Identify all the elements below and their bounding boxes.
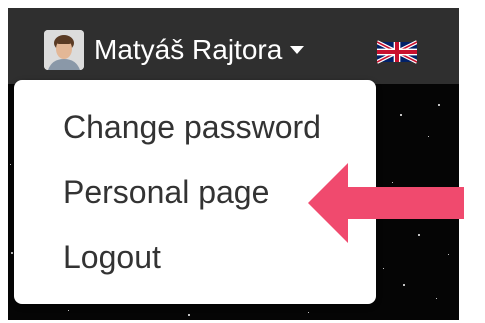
- caret-down-icon: [290, 46, 305, 54]
- uk-flag-icon[interactable]: [376, 40, 418, 64]
- star: [436, 298, 437, 299]
- user-name: Matyáš Rajtora: [94, 34, 283, 65]
- arrow-left-icon: [308, 163, 464, 248]
- star: [438, 104, 440, 106]
- arrow-left-graphic: [308, 163, 464, 243]
- navbar: Matyáš Rajtora: [8, 8, 459, 84]
- star: [188, 314, 190, 316]
- menu-item-change-password[interactable]: Change password: [63, 97, 321, 157]
- uk-flag-graphic: [376, 40, 418, 64]
- user-avatar: [44, 30, 84, 70]
- star: [10, 164, 11, 165]
- star: [400, 114, 402, 116]
- star: [11, 252, 13, 254]
- avatar-image: [44, 30, 84, 70]
- screenshot-frame: Matyáš Rajtora Change password Personal …: [8, 8, 480, 320]
- user-menu-toggle[interactable]: Matyáš Rajtora: [44, 30, 305, 70]
- star: [448, 254, 449, 255]
- menu-item-logout[interactable]: Logout: [63, 227, 161, 287]
- star: [428, 136, 429, 137]
- star: [383, 268, 384, 269]
- star: [308, 312, 309, 313]
- star: [403, 284, 405, 286]
- star: [68, 310, 69, 311]
- menu-item-personal-page[interactable]: Personal page: [63, 162, 269, 222]
